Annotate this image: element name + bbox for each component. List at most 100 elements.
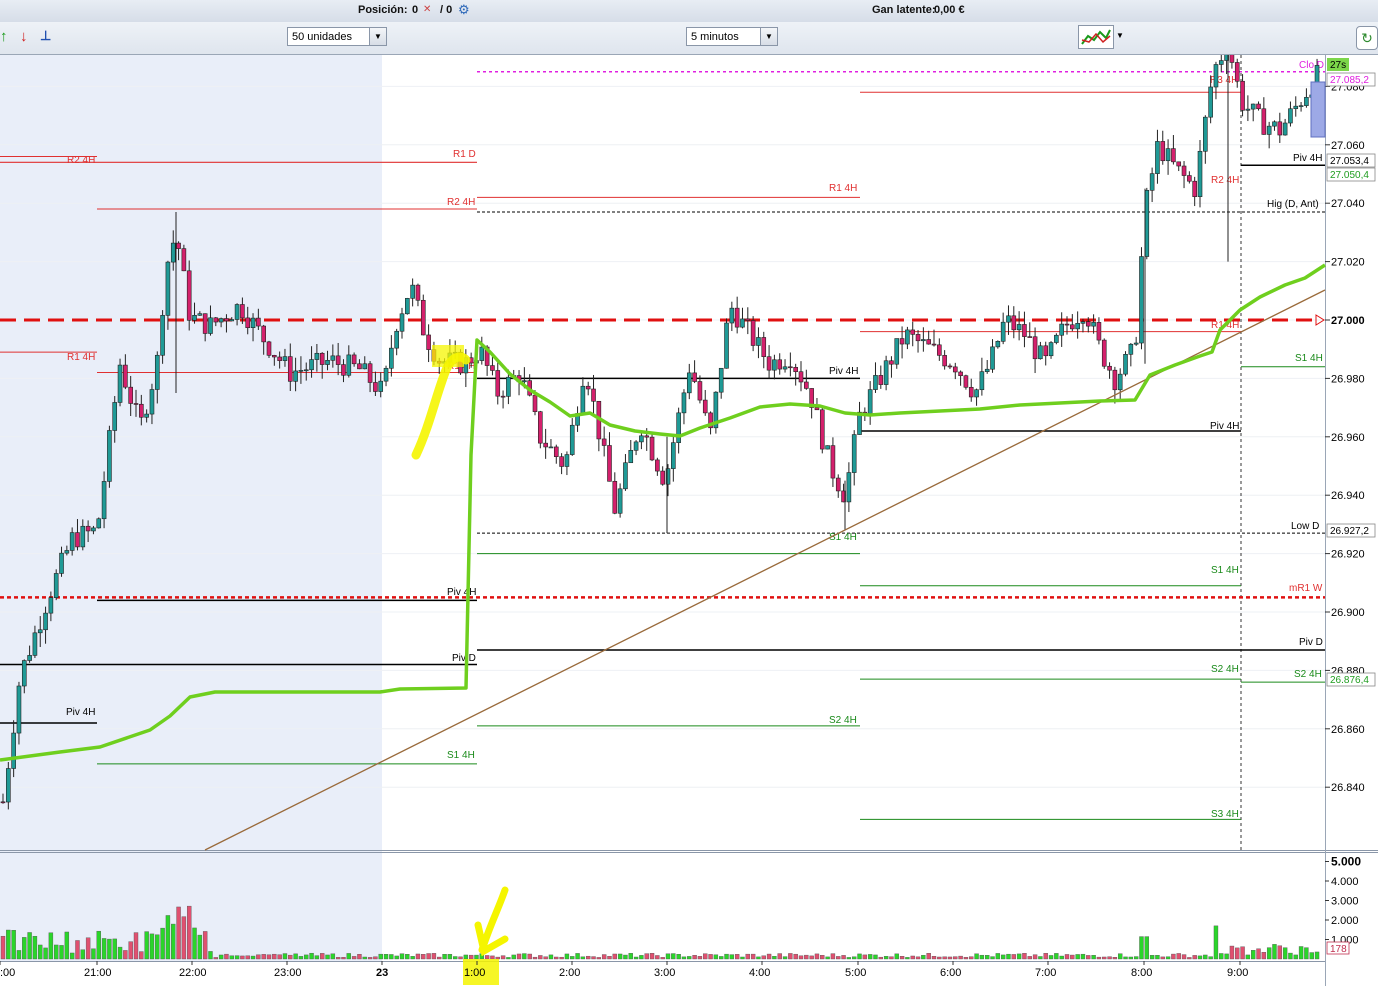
candle-body [851, 434, 857, 473]
order-tool-icon[interactable]: ⊥ [40, 28, 51, 44]
candle-body [234, 304, 240, 320]
volume-bar [202, 931, 208, 960]
volume-bar [1102, 956, 1107, 960]
interval-select[interactable]: 5 minutos ▼ [686, 27, 778, 46]
level-label: R1 4H [829, 183, 857, 194]
candle-body [224, 318, 229, 322]
candle-body [128, 386, 133, 404]
candle-body [123, 364, 128, 388]
candle-body [0, 801, 6, 804]
candle-body [160, 315, 165, 356]
volume-bar [107, 938, 112, 960]
volume-bar [1171, 953, 1176, 960]
volume-bar [649, 953, 655, 960]
volume-bar [1043, 953, 1048, 960]
candle-body [181, 248, 187, 272]
candle [420, 294, 426, 336]
volume-bar [836, 956, 841, 960]
candle-body [926, 339, 931, 345]
settings-gear-icon[interactable]: ⚙ [458, 2, 470, 18]
refresh-icon: ↻ [1361, 30, 1373, 46]
volume-bar [692, 955, 697, 960]
chevron-down-icon[interactable]: ▼ [760, 28, 777, 45]
volume-bar [1139, 936, 1144, 960]
volume-bar [921, 954, 926, 960]
volume-bar [218, 954, 224, 960]
price-tick-label: 26.980 [1331, 373, 1365, 385]
candle-body [80, 525, 86, 548]
volume-bar [197, 934, 203, 960]
volume-bar [724, 953, 729, 960]
volume-bar [442, 954, 447, 960]
price-tick-label: 27.020 [1331, 257, 1365, 269]
volume-badge-label: 178 [1330, 944, 1347, 955]
volume-bar [128, 941, 133, 960]
volume-bar [506, 957, 511, 960]
candle-body [1256, 103, 1261, 110]
volume-bar [1224, 953, 1229, 960]
candle-body [889, 360, 894, 365]
time-tick-label: 21:00 [84, 967, 112, 979]
candle-body [548, 446, 554, 449]
candle [724, 318, 729, 369]
candle-body [1171, 148, 1176, 163]
sell-arrow-icon[interactable]: ↓ [20, 28, 28, 45]
volume-bar [373, 956, 378, 960]
volume-bar [117, 946, 123, 960]
chevron-down-icon[interactable]: ▼ [369, 28, 386, 45]
volume-bar [245, 955, 250, 960]
candle-body [139, 403, 144, 418]
candle-body [1038, 345, 1043, 360]
volume-bar [596, 957, 602, 960]
volume-bar [139, 951, 144, 960]
candle-body [266, 341, 272, 356]
volume-bar [32, 936, 38, 960]
level-label: R1 D [453, 149, 476, 160]
time-tick-label: 8:00 [1131, 967, 1152, 979]
volume-bar [931, 956, 937, 960]
volume-bar [782, 956, 788, 960]
candle-body [112, 402, 118, 431]
volume-bar [1165, 956, 1171, 960]
volume-bar [538, 955, 543, 960]
volume-bar [11, 930, 16, 960]
candle-body [1229, 55, 1235, 63]
time-tick-label: 6:00 [940, 967, 961, 979]
volume-bar [995, 953, 1001, 960]
candle-body [59, 552, 64, 574]
volume-bar [963, 956, 969, 960]
volume-bar [708, 954, 713, 960]
buy-arrow-icon[interactable]: ↑ [0, 28, 8, 45]
indicators-button[interactable] [1078, 25, 1114, 49]
candle-body [564, 454, 570, 467]
candle-body [32, 632, 38, 656]
volume-bar [335, 957, 341, 960]
volume-bar [580, 956, 586, 960]
volume-bar [64, 931, 70, 960]
volume-bar [772, 956, 777, 960]
volume-bar [846, 957, 852, 960]
refresh-button[interactable]: ↻ [1356, 26, 1378, 50]
volume-bar [1022, 953, 1027, 960]
volume-bar [1006, 953, 1011, 960]
price-chart[interactable]: R2 4HR1 DR2 4HR1 4HR3 4HR2 4HClo DPiv 4H… [0, 55, 1378, 986]
price-tick-label: 26.900 [1331, 607, 1365, 619]
volume-bar [947, 956, 953, 960]
candle-body [1080, 321, 1086, 324]
volume-bar [250, 955, 256, 960]
candle-body [777, 359, 783, 370]
volume-tick-label: 2.000 [1331, 915, 1359, 927]
volume-bar [1250, 950, 1256, 960]
units-select[interactable]: 50 unidades ▼ [287, 27, 387, 46]
indicators-dropdown-icon[interactable]: ▼ [1116, 31, 1124, 40]
volume-bar [474, 954, 479, 960]
candle-body [85, 525, 91, 532]
candle-body [1133, 342, 1139, 345]
volume-bar [623, 954, 628, 960]
candle-body [591, 388, 596, 402]
candle-body [538, 411, 543, 444]
close-position-icon[interactable]: ✕ [423, 4, 431, 15]
volume-bar [894, 953, 899, 960]
volume-bar [841, 955, 846, 960]
level-label: S2 4H [1211, 664, 1239, 675]
